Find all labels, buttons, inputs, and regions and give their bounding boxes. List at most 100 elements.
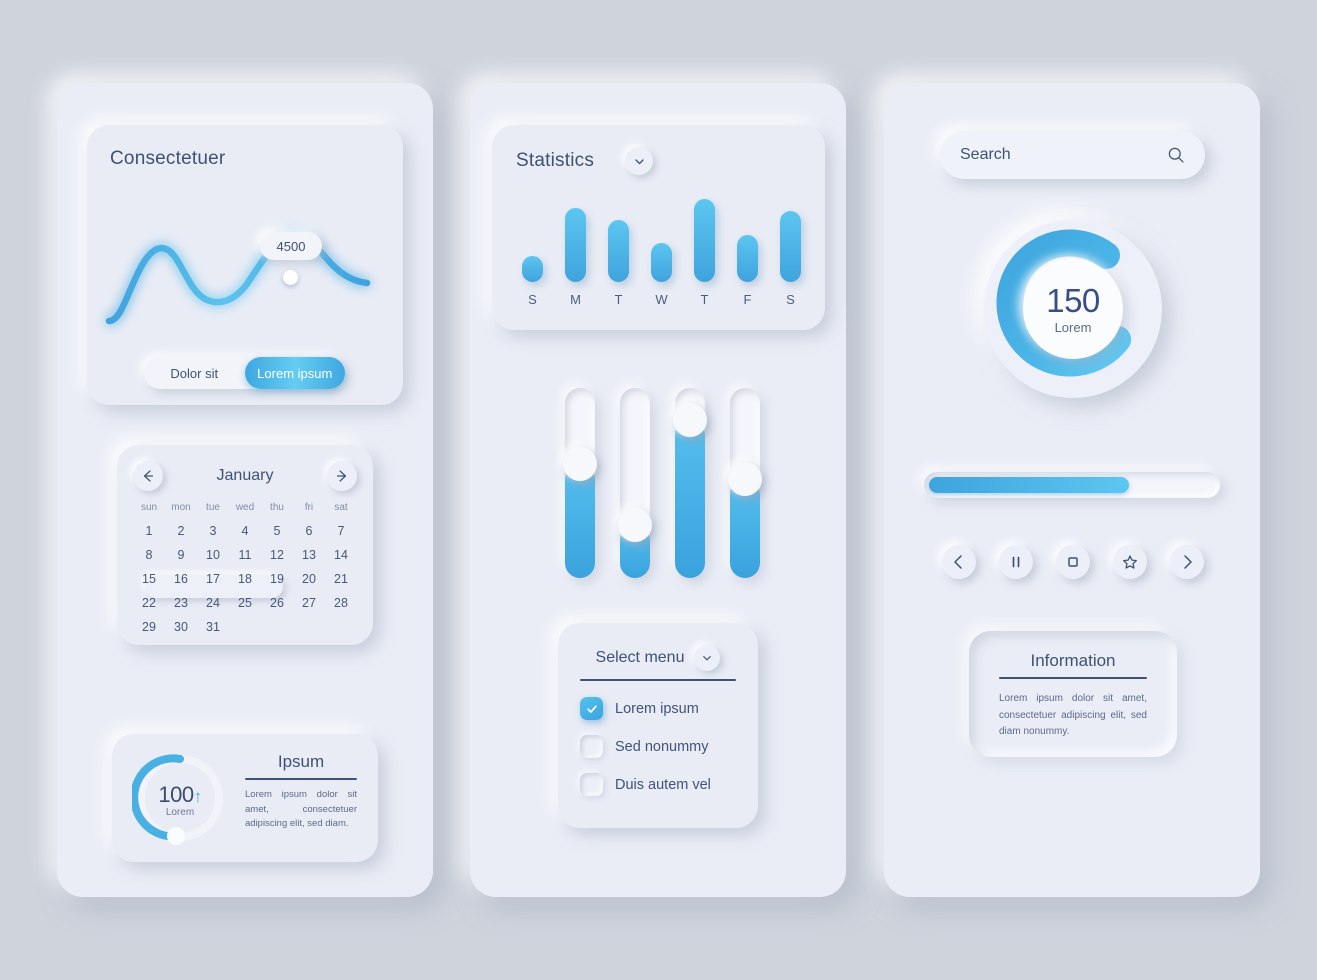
slider-3[interactable] xyxy=(673,388,707,578)
calendar-day-9[interactable]: 9 xyxy=(165,543,197,567)
chevron-down-icon xyxy=(634,158,644,164)
select-menu-dropdown-button[interactable] xyxy=(694,645,721,671)
calendar-day-21[interactable]: 21 xyxy=(325,567,357,591)
calendar-day-27[interactable]: 27 xyxy=(293,591,325,615)
calendar-day-6[interactable]: 6 xyxy=(293,519,325,543)
stop-button[interactable] xyxy=(1056,545,1090,579)
statistics-bar-column: T xyxy=(694,199,715,307)
calendar-day-7[interactable]: 7 xyxy=(325,519,357,543)
calendar-day-5[interactable]: 5 xyxy=(261,519,293,543)
chart-data-point[interactable] xyxy=(283,270,298,285)
calendar-day-28[interactable]: 28 xyxy=(325,591,357,615)
chart-segmented-toggle[interactable]: Dolor sit Lorem ipsum xyxy=(144,357,345,389)
pause-button[interactable] xyxy=(999,545,1033,579)
slider-4[interactable] xyxy=(728,388,762,578)
statistics-bar[interactable] xyxy=(651,243,672,282)
calendar-day-20[interactable]: 20 xyxy=(293,567,325,591)
calendar-day-17[interactable]: 17 xyxy=(197,567,229,591)
calendar-day-24[interactable]: 24 xyxy=(197,591,229,615)
donut-gauge: 150 Lorem xyxy=(984,220,1162,398)
select-menu-header[interactable]: Select menu xyxy=(558,645,758,671)
gauge-100-value: 100↑ xyxy=(132,782,228,808)
right-screen-panel: 150 Lorem Information Lorem ipsum dolor … xyxy=(884,83,1260,897)
statistics-bar-label: W xyxy=(655,292,668,307)
statistics-card: Statistics S M T W T F S xyxy=(492,125,825,330)
calendar-next-month-button[interactable] xyxy=(326,461,357,491)
select-menu-option[interactable]: Sed nonummy xyxy=(580,735,709,758)
arrow-right-icon xyxy=(336,470,347,482)
progress-bar-fill xyxy=(929,477,1129,493)
statistics-bar[interactable] xyxy=(780,211,801,282)
checkbox-checked[interactable] xyxy=(580,697,603,720)
progress-bar-track[interactable] xyxy=(924,472,1220,498)
statistics-bar-label: T xyxy=(614,292,623,307)
select-menu-option[interactable]: Lorem ipsum xyxy=(580,697,699,720)
calendar-day-15[interactable]: 15 xyxy=(133,567,165,591)
arrow-up-icon: ↑ xyxy=(193,787,203,806)
pause-icon xyxy=(1012,556,1020,568)
calendar-prev-month-button[interactable] xyxy=(133,461,163,491)
toggle-option-inactive[interactable]: Dolor sit xyxy=(144,357,245,389)
calendar-day-11[interactable]: 11 xyxy=(229,543,261,567)
chart-tooltip: 4500 xyxy=(260,232,322,260)
donut-value: 150 xyxy=(1046,282,1100,319)
toggle-option-active[interactable]: Lorem ipsum xyxy=(244,357,345,389)
slider-2[interactable] xyxy=(618,388,652,578)
check-icon xyxy=(586,704,597,713)
statistics-bar[interactable] xyxy=(737,235,758,282)
calendar-day-12[interactable]: 12 xyxy=(261,543,293,567)
previous-button[interactable] xyxy=(942,545,976,579)
ui-kit-stage: Consectetuer 4500 Dolor sit Lorem ipsum … xyxy=(0,0,1317,980)
calendar-day-13[interactable]: 13 xyxy=(293,543,325,567)
calendar-day-3[interactable]: 3 xyxy=(197,519,229,543)
search-input[interactable] xyxy=(960,146,1167,164)
calendar-day-31[interactable]: 31 xyxy=(197,615,229,639)
statistics-bar-column: S xyxy=(780,211,801,307)
calendar-day-14[interactable]: 14 xyxy=(325,543,357,567)
checkbox-unchecked[interactable] xyxy=(580,773,603,796)
favorite-button[interactable] xyxy=(1113,545,1147,579)
calendar-day-22[interactable]: 22 xyxy=(133,591,165,615)
statistics-bar[interactable] xyxy=(608,220,629,282)
statistics-bar-column: S xyxy=(522,256,543,307)
statistics-bar[interactable] xyxy=(522,256,543,282)
statistics-bar-column: M xyxy=(565,208,586,307)
calendar-day-29[interactable]: 29 xyxy=(133,615,165,639)
select-menu-option-label: Sed nonummy xyxy=(615,738,709,755)
slider-knob[interactable] xyxy=(563,447,597,481)
next-button[interactable] xyxy=(1170,545,1204,579)
search-icon[interactable] xyxy=(1167,144,1185,166)
calendar-day-25[interactable]: 25 xyxy=(229,591,261,615)
left-screen-panel: Consectetuer 4500 Dolor sit Lorem ipsum … xyxy=(57,83,433,897)
calendar-day-16[interactable]: 16 xyxy=(165,567,197,591)
calendar-day-26[interactable]: 26 xyxy=(261,591,293,615)
checkbox-unchecked[interactable] xyxy=(580,735,603,758)
calendar-day-23[interactable]: 23 xyxy=(165,591,197,615)
calendar-day-30[interactable]: 30 xyxy=(165,615,197,639)
statistics-bar-column: T xyxy=(608,220,629,307)
calendar-day-18[interactable]: 18 xyxy=(229,567,261,591)
select-menu-option[interactable]: Duis autem vel xyxy=(580,773,711,796)
search-bar[interactable] xyxy=(940,131,1205,179)
statistics-bar[interactable] xyxy=(565,208,586,282)
calendar-day-2[interactable]: 2 xyxy=(165,519,197,543)
slider-knob[interactable] xyxy=(618,507,652,542)
calendar-weekday-sun: sun xyxy=(140,502,158,513)
slider-knob[interactable] xyxy=(728,462,762,497)
calendar-month-label: January xyxy=(216,467,274,484)
statistics-dropdown-button[interactable] xyxy=(625,147,653,175)
calendar-weekday-wed: wed xyxy=(235,502,255,513)
calendar-day-1[interactable]: 1 xyxy=(133,519,165,543)
donut-label: Lorem xyxy=(1054,320,1092,335)
statistics-bar-column: W xyxy=(651,243,672,307)
calendar-day-4[interactable]: 4 xyxy=(229,519,261,543)
stop-icon xyxy=(1068,557,1078,567)
select-menu-card: Select menu Lorem ipsum Sed nonummy Duis a… xyxy=(558,623,758,828)
calendar-day-19[interactable]: 19 xyxy=(261,567,293,591)
calendar-day-10[interactable]: 10 xyxy=(197,543,229,567)
chevron-left-icon xyxy=(954,555,962,569)
slider-1[interactable] xyxy=(563,388,597,578)
calendar-day-8[interactable]: 8 xyxy=(133,543,165,567)
statistics-bar[interactable] xyxy=(694,199,715,282)
line-chart-svg xyxy=(105,231,371,325)
